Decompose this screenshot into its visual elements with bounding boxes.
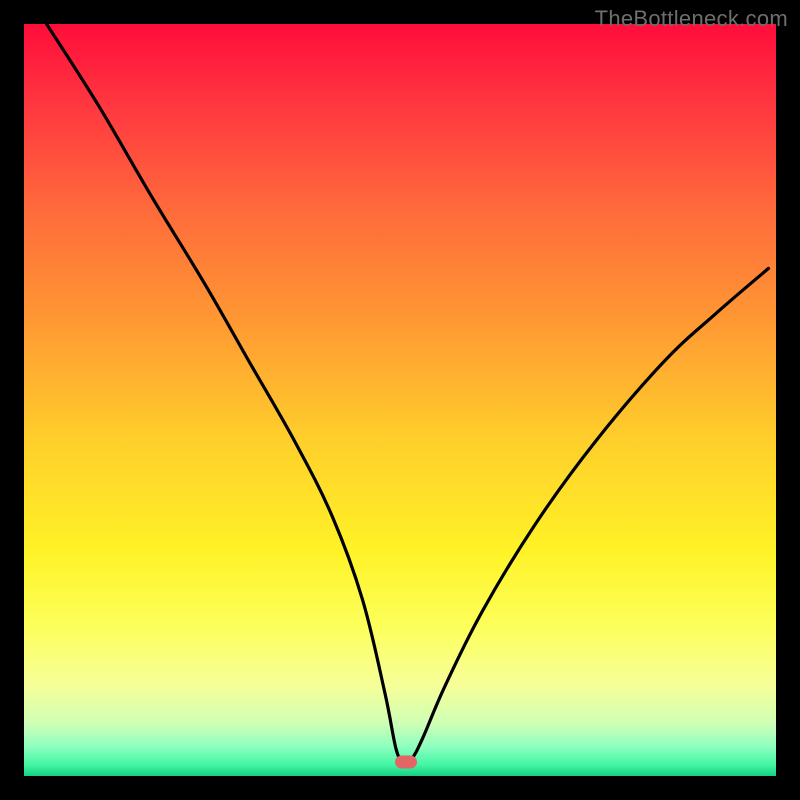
heat-gradient-bg	[24, 24, 776, 776]
watermark-text: TheBottleneck.com	[595, 6, 788, 32]
chart-root: TheBottleneck.com	[0, 0, 800, 800]
plot-svg	[24, 24, 776, 776]
plot-area	[24, 24, 776, 776]
optimal-marker	[395, 755, 417, 768]
